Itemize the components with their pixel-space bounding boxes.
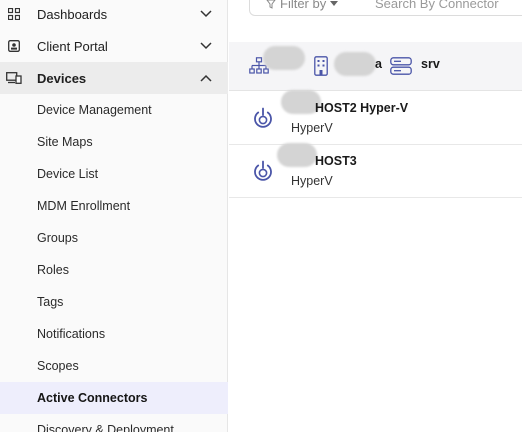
power-icon [251, 159, 275, 183]
chevron-down-icon [330, 1, 339, 6]
sidebar-item-label: Discovery & Deployment [37, 423, 174, 432]
nav-devices-label: Devices [37, 70, 87, 86]
nav-client-portal-label: Client Portal [37, 38, 108, 54]
sidebar-item-label: Active Connectors [37, 391, 148, 405]
sidebar-item-label: MDM Enrollment [37, 199, 131, 213]
sidebar-item-groups[interactable]: Groups [0, 222, 228, 254]
nav-client-portal[interactable]: Client Portal [0, 30, 228, 62]
sidebar-item-device-management[interactable]: Device Management [0, 94, 228, 126]
power-icon [251, 106, 275, 130]
sidebar-item-label: Roles [37, 263, 69, 277]
devices-icon [6, 70, 22, 86]
nav-devices[interactable]: Devices [0, 62, 228, 94]
sidebar-item-device-list[interactable]: Device List [0, 158, 228, 190]
nav-dashboards-label: Dashboards [37, 6, 108, 22]
search-input[interactable]: Search By Connector [375, 0, 499, 11]
chevron-up-icon[interactable] [200, 72, 212, 84]
chevron-down-icon[interactable] [200, 40, 212, 52]
sidebar-item-scopes[interactable]: Scopes [0, 350, 228, 382]
sidebar-item-roles[interactable]: Roles [0, 254, 228, 286]
connector-type: HyperV [291, 174, 333, 188]
redacted-block [277, 143, 317, 167]
connector-row[interactable]: HOST3 HyperV [229, 143, 522, 198]
sidebar-item-active-connectors[interactable]: Active Connectors [0, 382, 228, 414]
sidebar-item-label: Tags [37, 295, 64, 309]
nav-dashboards[interactable]: Dashboards [0, 0, 228, 30]
server-label: srv [421, 57, 440, 71]
main-panel: Filter by Search By Connector a srv HOST… [229, 0, 522, 432]
redacted-block [334, 52, 376, 76]
building-icon [310, 55, 332, 77]
sidebar-item-discovery-deployment[interactable]: Discovery & Deployment [0, 414, 228, 432]
sidebar-item-notifications[interactable]: Notifications [0, 318, 228, 350]
grid-icon [6, 6, 22, 22]
redacted-block [263, 46, 305, 70]
filter-toolbar: Filter by Search By Connector [249, 0, 522, 16]
chevron-down-icon[interactable] [200, 8, 212, 20]
connector-path-header: a srv [229, 42, 522, 91]
sidebar-item-label: Device List [37, 167, 99, 181]
connector-name: HOST2 Hyper-V [315, 101, 409, 115]
sidebar-item-label: Groups [37, 231, 78, 245]
server-icon [390, 55, 412, 77]
sidebar-item-label: Notifications [37, 327, 106, 341]
sidebar-item-site-maps[interactable]: Site Maps [0, 126, 228, 158]
sidebar-item-label: Device Management [37, 103, 152, 117]
connector-name: HOST3 [315, 154, 357, 168]
filter-icon [266, 0, 276, 9]
filter-dropdown[interactable]: Filter by [266, 0, 339, 11]
sidebar-item-tags[interactable]: Tags [0, 286, 228, 318]
sidebar: Dashboards Client Portal Devices Device … [0, 0, 228, 432]
sidebar-item-label: Scopes [37, 359, 79, 373]
portal-icon [6, 38, 22, 54]
sidebar-item-label: Site Maps [37, 135, 93, 149]
sidebar-item-mdm-enrollment[interactable]: MDM Enrollment [0, 190, 228, 222]
connector-row[interactable]: HOST2 Hyper-V HyperV [229, 90, 522, 145]
connector-type: HyperV [291, 121, 333, 135]
filter-label: Filter by [280, 0, 327, 11]
site-name: a [375, 57, 382, 71]
